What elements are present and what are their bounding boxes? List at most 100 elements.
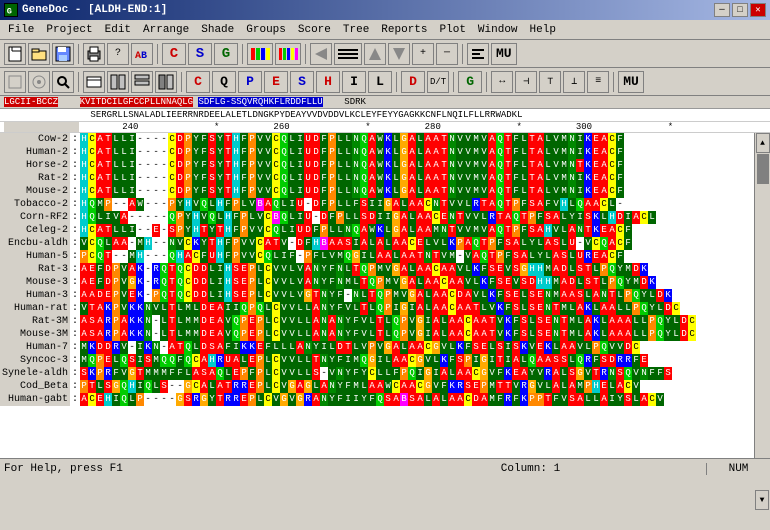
blocks-btn[interactable] (247, 43, 273, 65)
seq-label: Mouse-2 (0, 185, 70, 198)
menu-reports[interactable]: Reports (375, 20, 433, 39)
seq-label: Synele-aldh (0, 367, 70, 380)
seq-residues: HQMP--AW---PYHVQLHFPLVBAQLIU-DFPLLFSIIGA… (80, 198, 624, 211)
blocks2-btn[interactable] (275, 43, 301, 65)
tb2-arrow-btn[interactable]: ↔ (491, 71, 513, 93)
tb2-e-btn[interactable]: E (264, 71, 288, 93)
main-content: LGCII-BCCZ KVITDCILGFCCPLLNNAQLG SDFLG-S… (0, 96, 770, 458)
tb2-btn6[interactable] (131, 71, 153, 93)
seq-row: Cod_Beta:PTLSGQHIQLS--GCALATRREPLCVGAGLA… (0, 380, 754, 393)
up-btn[interactable] (364, 43, 386, 65)
tb2-btn5[interactable] (107, 71, 129, 93)
title-bar-left: G GeneDoc - [ALDH-END:1] (4, 3, 167, 17)
seq-row: Horse-2:HCATLLI----CDPYFSYTHFPVVCQLIUDFP… (0, 159, 754, 172)
tb2-h-btn[interactable]: H (316, 71, 340, 93)
tb2-i-btn[interactable]: I (342, 71, 366, 93)
menu-groups[interactable]: Groups (240, 20, 292, 39)
tb2-dst-btn[interactable]: D/T (427, 71, 449, 93)
c-btn[interactable]: C (162, 43, 186, 65)
new-btn[interactable] (4, 43, 26, 65)
menu-file[interactable]: File (2, 20, 40, 39)
s-btn[interactable]: S (188, 43, 212, 65)
tb2-eq-btn[interactable]: ≡ (587, 71, 609, 93)
menu-score[interactable]: Score (292, 20, 337, 39)
tb2-down2-btn[interactable]: ⊥ (563, 71, 585, 93)
tb2-btn7[interactable] (155, 71, 177, 93)
tb2-q-btn[interactable]: Q (212, 71, 236, 93)
tb2-pipe-btn[interactable]: ⊣ (515, 71, 537, 93)
minus-btn[interactable]: ─ (436, 43, 458, 65)
sep-9 (453, 72, 454, 92)
sep-2 (157, 44, 158, 64)
align-left-btn[interactable] (467, 43, 489, 65)
tb2-mu-btn[interactable]: MU (618, 71, 644, 93)
seq-label: Human-3 (0, 289, 70, 302)
print-btn[interactable] (83, 43, 105, 65)
tb2-up2-btn[interactable]: ⊤ (539, 71, 561, 93)
v-scrollbar[interactable]: ▲ ▼ (754, 133, 770, 458)
sep-5 (462, 44, 463, 64)
seq-colon: : (70, 276, 80, 289)
open-btn[interactable] (28, 43, 50, 65)
seq-label: Rat-3M (0, 315, 70, 328)
seq-residues: AEFDPVAK-RQTQCDDLIHSEPLCVVLVANYFNLTQPMVG… (80, 263, 648, 276)
g-btn[interactable]: G (214, 43, 238, 65)
seq-residues: HCATLLI----CDPYFSYTHFPVVCQLIUDFPLLNQAWKL… (80, 159, 624, 172)
minimize-button[interactable]: ─ (714, 3, 730, 17)
app-icon: G (4, 3, 18, 17)
seq-residues: HCATLLI----CDPYFSYTHFPVVCQLIUDFPLLNQAWKL… (80, 185, 624, 198)
menu-shade[interactable]: Shade (195, 20, 240, 39)
save-btn[interactable] (52, 43, 74, 65)
tb2-btn1[interactable] (4, 71, 26, 93)
seq-residues: AEFDPVGK-RQTQCDDLIHSEPLCVVLVANYFNMLTQPMV… (80, 276, 656, 289)
seq-colon: : (70, 146, 80, 159)
close-button[interactable]: ✕ (750, 3, 766, 17)
seq-label: Syncoc-3 (0, 354, 70, 367)
svg-text:B: B (141, 51, 147, 62)
tb2-btn4[interactable] (83, 71, 105, 93)
menu-bar: File Project Edit Arrange Shade Groups S… (0, 20, 770, 40)
find-btn[interactable] (52, 71, 74, 93)
seq-colon: : (70, 159, 80, 172)
plus-btn[interactable]: + (412, 43, 434, 65)
abc-btn[interactable]: AB (131, 43, 153, 65)
menu-window[interactable]: Window (472, 20, 524, 39)
seq-residues: HCATLLI--E-SPYHTYTHFPVVCQLIUDFPLLNQAWKLG… (80, 224, 632, 237)
seq-colon: : (70, 172, 80, 185)
menu-edit[interactable]: Edit (99, 20, 137, 39)
tb2-g2-btn[interactable]: G (458, 71, 482, 93)
lines-btn[interactable] (334, 43, 362, 65)
seq-label: Human-7 (0, 341, 70, 354)
seq-label: Mouse-3 (0, 276, 70, 289)
seq-row: Corn-RF2:HQLIVA-----QPYHVQLHFPLVCBQLIU-D… (0, 211, 754, 224)
help-btn[interactable]: ? (107, 43, 129, 65)
tb2-c-btn[interactable]: C (186, 71, 210, 93)
menu-arrange[interactable]: Arrange (137, 20, 195, 39)
seq-colon: : (70, 237, 80, 250)
status-bar: For Help, press F1 Column: 1 NUM (0, 458, 770, 478)
tb2-s-btn[interactable]: S (290, 71, 314, 93)
menu-tree[interactable]: Tree (337, 20, 375, 39)
down-btn[interactable] (388, 43, 410, 65)
arrow-btn[interactable] (310, 43, 332, 65)
seq-row: Mouse-3M:ASARPAKKN-LTLMMDEAVQPEPLCVVLLAN… (0, 328, 754, 341)
tb2-p-btn[interactable]: P (238, 71, 262, 93)
menu-plot[interactable]: Plot (434, 20, 472, 39)
seq-colon: : (70, 302, 80, 315)
sequence-area[interactable]: Cow-2:HCATLLI----CDPYFSYTHFPVVCQLIUDFPLL… (0, 133, 770, 458)
seq-label: Human-2 (0, 146, 70, 159)
mu-btn[interactable]: MU (491, 43, 517, 65)
sep-10 (486, 72, 487, 92)
tb2-btn2[interactable] (28, 71, 50, 93)
help-text: For Help, press F1 (4, 463, 355, 475)
maximize-button[interactable]: □ (732, 3, 748, 17)
tb2-d-btn[interactable]: D (401, 71, 425, 93)
seq-residues: ACEHIQLP----GSRGYTRREPLCVGVGRANYFIIYFQSA… (80, 393, 664, 406)
menu-help[interactable]: Help (524, 20, 562, 39)
seq-label: Rat-2 (0, 172, 70, 185)
sep-3 (242, 44, 243, 64)
sep-8 (396, 72, 397, 92)
seq-residues: PCQT--MH---QHACFUHFPVVCQLIF-PFLVMQGILAAL… (80, 250, 624, 263)
menu-project[interactable]: Project (40, 20, 98, 39)
tb2-l-btn[interactable]: L (368, 71, 392, 93)
